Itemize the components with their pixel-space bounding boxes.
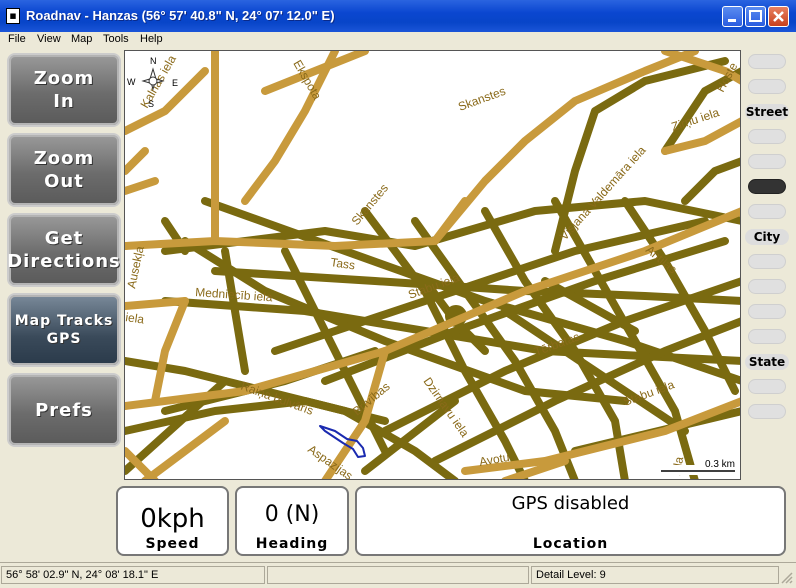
status-coords: 56° 58' 02.9" N, 24° 08' 18.1" E bbox=[1, 566, 265, 584]
scale-bar: 0.3 km bbox=[657, 459, 737, 475]
window-title: Roadnav - Hanzas (56° 57' 40.8" N, 24° 0… bbox=[26, 8, 335, 23]
speed-value: 0kph bbox=[140, 504, 205, 534]
detail-scale: Street City State bbox=[741, 49, 796, 429]
detail-step[interactable] bbox=[748, 304, 786, 319]
roadnav-window: ▪ Roadnav - Hanzas (56° 57' 40.8" N, 24°… bbox=[0, 0, 796, 588]
detail-step[interactable] bbox=[748, 329, 786, 344]
detail-step-selected[interactable] bbox=[748, 179, 786, 194]
detail-step[interactable] bbox=[748, 404, 786, 419]
get-directions-button[interactable]: Get Directions bbox=[7, 213, 121, 287]
resize-grip-icon[interactable] bbox=[780, 571, 794, 585]
heading-value: 0 (N) bbox=[264, 502, 320, 527]
state-level-label[interactable]: State bbox=[745, 354, 789, 370]
detail-step[interactable] bbox=[748, 129, 786, 144]
zoom-in-label: Zoom In bbox=[33, 68, 95, 112]
map-canvas[interactable]: Kalnas iela Ekspota Skanstes Skanstes Zi… bbox=[125, 51, 741, 480]
map-tracks-gps-label: Map Tracks GPS bbox=[14, 313, 114, 347]
location-panel: GPS disabled Location bbox=[355, 486, 786, 556]
speed-panel: 0kph Speed bbox=[116, 486, 229, 556]
location-label: Location bbox=[532, 536, 609, 552]
nav-panel: Zoom In Zoom Out Get Directions Map Trac… bbox=[0, 49, 124, 559]
get-directions-label: Get Directions bbox=[7, 228, 121, 272]
compass-w: W bbox=[127, 77, 136, 87]
detail-step[interactable] bbox=[748, 204, 786, 219]
close-icon bbox=[773, 11, 784, 22]
status-detail-level: Detail Level: 9 bbox=[531, 566, 779, 584]
menu-map[interactable]: Map bbox=[71, 33, 92, 45]
maximize-button[interactable] bbox=[745, 6, 766, 27]
street-label: Skanstes bbox=[456, 84, 507, 114]
detail-step[interactable] bbox=[748, 54, 786, 69]
zoom-in-button[interactable]: Zoom In bbox=[7, 53, 121, 127]
status-bar: 56° 58' 02.9" N, 24° 08' 18.1" E Detail … bbox=[0, 562, 796, 588]
heading-panel: 0 (N) Heading bbox=[235, 486, 349, 556]
speed-label: Speed bbox=[145, 536, 200, 552]
close-button[interactable] bbox=[768, 6, 789, 27]
menu-tools[interactable]: Tools bbox=[103, 33, 129, 45]
app-icon[interactable]: ▪ bbox=[6, 8, 20, 24]
detail-step[interactable] bbox=[748, 254, 786, 269]
heading-label: Heading bbox=[255, 536, 329, 552]
detail-step[interactable] bbox=[748, 279, 786, 294]
compass-n: N bbox=[150, 56, 157, 66]
map-view[interactable]: Kalnas iela Ekspota Skanstes Skanstes Zi… bbox=[124, 50, 741, 480]
maximize-icon bbox=[749, 10, 762, 22]
street-label: iela bbox=[125, 310, 145, 327]
compass-e: E bbox=[172, 78, 178, 88]
map-tracks-gps-button[interactable]: Map Tracks GPS bbox=[7, 293, 121, 367]
zoom-out-label: Zoom Out bbox=[33, 148, 95, 192]
prefs-label: Prefs bbox=[35, 399, 93, 421]
minimize-button[interactable] bbox=[722, 6, 743, 27]
menu-file[interactable]: File bbox=[8, 33, 26, 45]
menu-help[interactable]: Help bbox=[140, 33, 163, 45]
prefs-button[interactable]: Prefs bbox=[7, 373, 121, 447]
menu-bar: File View Map Tools Help bbox=[0, 32, 796, 49]
scale-text: 0.3 km bbox=[705, 459, 735, 470]
compass-s: S bbox=[148, 99, 154, 109]
menu-view[interactable]: View bbox=[37, 33, 61, 45]
zoom-out-button[interactable]: Zoom Out bbox=[7, 133, 121, 207]
location-value: GPS disabled bbox=[511, 493, 630, 514]
title-bar[interactable]: ▪ Roadnav - Hanzas (56° 57' 40.8" N, 24°… bbox=[0, 0, 796, 32]
detail-step[interactable] bbox=[748, 79, 786, 94]
city-level-label[interactable]: City bbox=[745, 229, 789, 245]
street-label: Ausekļa bbox=[125, 245, 147, 290]
status-middle bbox=[267, 566, 529, 584]
street-level-label[interactable]: Street bbox=[745, 104, 789, 120]
detail-step[interactable] bbox=[748, 154, 786, 169]
minimize-icon bbox=[728, 19, 736, 22]
detail-step[interactable] bbox=[748, 379, 786, 394]
street-label: Tass bbox=[330, 255, 356, 272]
